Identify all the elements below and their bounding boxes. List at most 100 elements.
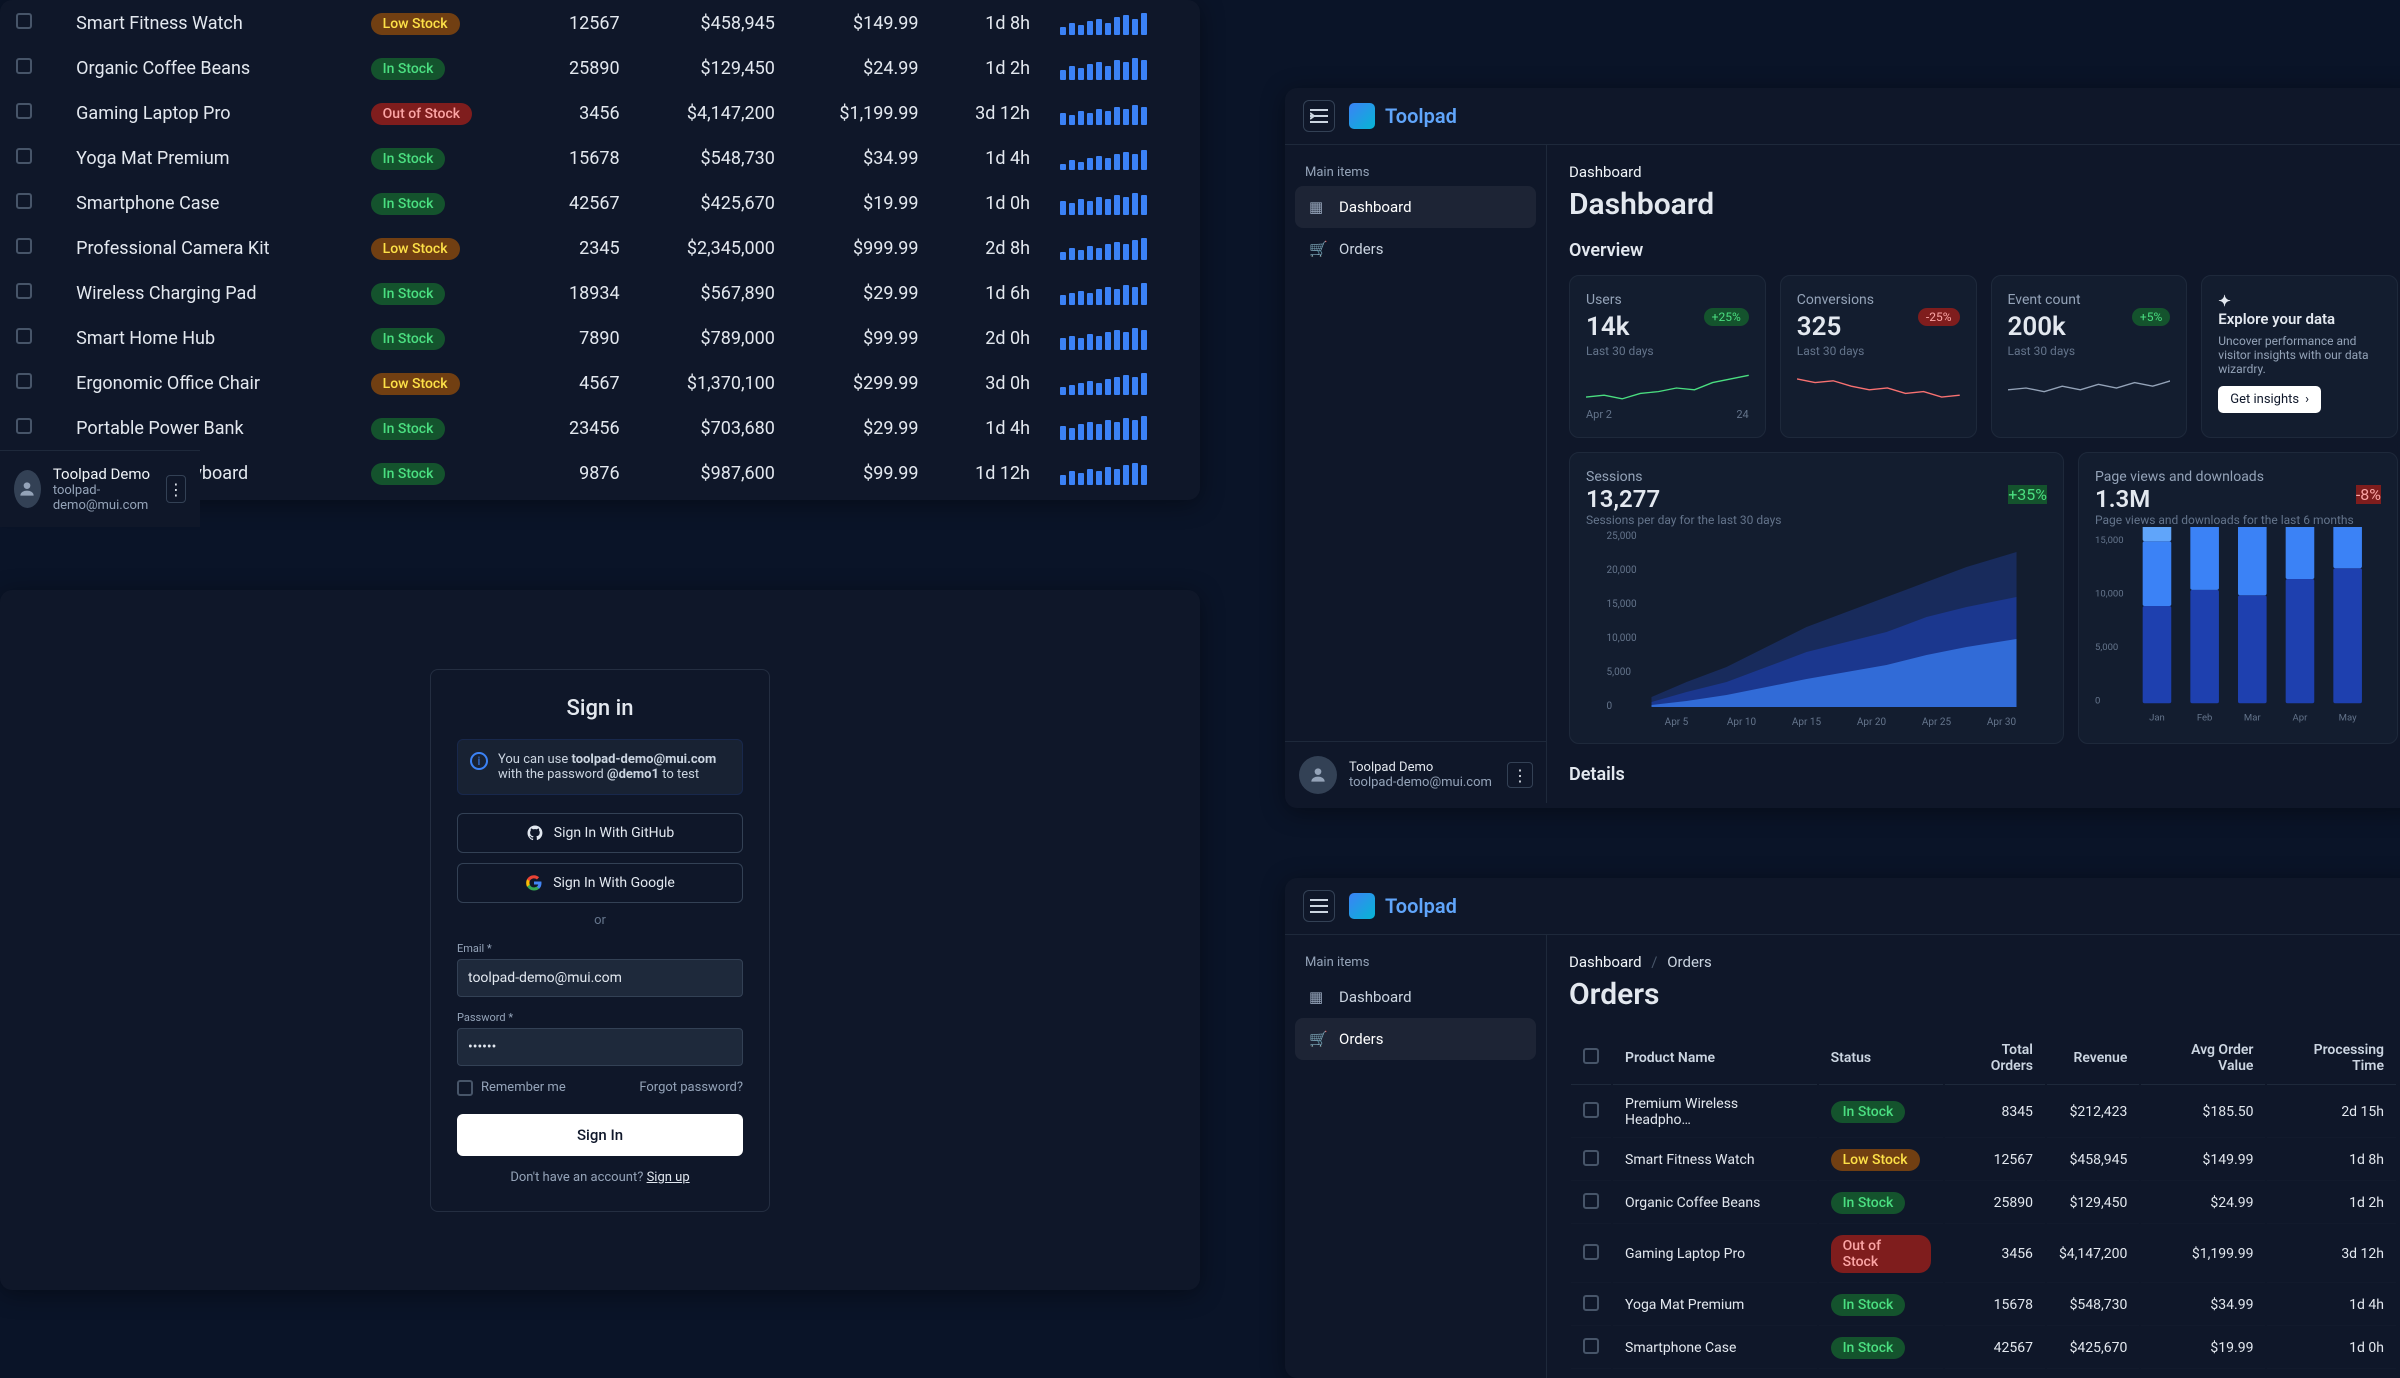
github-icon <box>526 824 544 842</box>
user-menu-button[interactable]: ⋮ <box>166 475 186 503</box>
user-name: Toolpad Demo <box>1349 760 1492 775</box>
status-badge: In Stock <box>371 193 446 215</box>
get-insights-button[interactable]: Get insights› <box>2218 386 2321 413</box>
row-checkbox[interactable] <box>1583 1244 1599 1260</box>
row-checkbox[interactable] <box>16 373 32 389</box>
menu-toggle-button[interactable] <box>1303 890 1335 922</box>
table-row[interactable]: Yoga Mat Premium In Stock 15678 $548,730… <box>1571 1285 2396 1326</box>
breadcrumb: Dashboard / Orders <box>1569 953 2398 971</box>
row-checkbox[interactable] <box>1583 1193 1599 1209</box>
card-event-count: Event count +5% 200k Last 30 days <box>1991 275 2188 438</box>
details-header: Details <box>1569 764 2398 785</box>
table-row[interactable]: Gaming Laptop Pro Out of Stock 3456 $4,1… <box>1571 1226 2396 1283</box>
row-checkbox[interactable] <box>16 103 32 119</box>
svg-text:Apr 25: Apr 25 <box>1922 717 1952 727</box>
breadcrumb: Dashboard <box>1569 163 2398 181</box>
row-checkbox[interactable] <box>16 13 32 29</box>
table-row[interactable]: Gaming Laptop Pro Out of Stock 3456 $4,1… <box>2 92 1198 135</box>
sparkline-users <box>1586 368 1749 408</box>
row-checkbox[interactable] <box>16 58 32 74</box>
dashboard-main: Dashboard Dashboard Overview Users +25% … <box>1547 145 2400 803</box>
row-checkbox[interactable] <box>1583 1295 1599 1311</box>
page-title: Orders <box>1569 977 2398 1012</box>
remember-me[interactable]: Remember me <box>457 1080 566 1096</box>
info-icon: i <box>470 752 488 770</box>
pct-badge: +25% <box>1704 308 1749 326</box>
brand[interactable]: Toolpad <box>1349 103 1457 129</box>
svg-text:Apr 10: Apr 10 <box>1727 717 1757 727</box>
trend-sparkbar <box>1060 373 1184 395</box>
google-signin-button[interactable]: Sign In With Google <box>457 863 743 903</box>
table-row[interactable]: Wireless Charging Pad In Stock 18934 $56… <box>2 272 1198 315</box>
row-checkbox[interactable] <box>1583 1338 1599 1354</box>
status-badge: Low Stock <box>371 13 460 35</box>
forgot-password-link[interactable]: Forgot password? <box>639 1080 743 1095</box>
user-footer: Toolpad Demo toolpad-demo@mui.com ⋮ <box>0 450 200 527</box>
table-row[interactable]: Premium Wireless Headpho… In Stock 8345 … <box>1571 1087 2396 1138</box>
table-row[interactable]: Organic Coffee Beans In Stock 25890 $129… <box>2 47 1198 90</box>
table-row[interactable]: Smart Home Hub In Stock 7890 $789,000 $9… <box>2 317 1198 360</box>
product-name: Yoga Mat Premium <box>62 137 355 180</box>
menu-toggle-button[interactable] <box>1303 100 1335 132</box>
row-checkbox[interactable] <box>16 193 32 209</box>
signin-submit-button[interactable]: Sign In <box>457 1114 743 1156</box>
avatar <box>1299 756 1337 794</box>
signin-info: i You can use toolpad-demo@mui.com with … <box>457 739 743 795</box>
product-name: Smartphone Case <box>1613 1328 1817 1369</box>
brand[interactable]: Toolpad <box>1349 893 1457 919</box>
status-badge: In Stock <box>371 283 446 305</box>
user-menu-button[interactable]: ⋮ <box>1507 762 1533 788</box>
email-field[interactable] <box>457 959 743 997</box>
row-checkbox[interactable] <box>16 148 32 164</box>
card-explore: ✦ Explore your data Uncover performance … <box>2201 275 2398 438</box>
product-name: Yoga Mat Premium <box>1613 1285 1817 1326</box>
table-row[interactable]: Smart Fitness Watch Low Stock 12567 $458… <box>2 2 1198 45</box>
sessions-area-chart: 25,000 20,000 15,000 10,000 5,000 0 Apr … <box>1586 527 2047 727</box>
select-all-checkbox[interactable] <box>1583 1048 1599 1064</box>
signin-panel: Sign in i You can use toolpad-demo@mui.c… <box>0 590 1200 1290</box>
row-checkbox[interactable] <box>16 418 32 434</box>
sidebar-item-dashboard[interactable]: ▦ Dashboard <box>1295 976 1536 1018</box>
table-row[interactable]: Smartphone Case In Stock 42567 $425,670 … <box>2 182 1198 225</box>
svg-text:Apr 30: Apr 30 <box>1987 717 2017 727</box>
table-row[interactable]: Smart Fitness Watch Low Stock 12567 $458… <box>1571 1140 2396 1181</box>
svg-text:0: 0 <box>1607 701 1613 712</box>
sidebar-item-orders[interactable]: 🛒 Orders <box>1295 228 1536 270</box>
brand-logo-icon <box>1349 893 1375 919</box>
signin-divider: or <box>457 913 743 928</box>
product-name: Wireless Charging Pad <box>62 272 355 315</box>
table-row[interactable]: Professional Camera Kit Low Stock 2345 $… <box>2 227 1198 270</box>
password-field[interactable] <box>457 1028 743 1066</box>
row-checkbox[interactable] <box>16 328 32 344</box>
trend-sparkbar <box>1060 238 1184 260</box>
table-row[interactable]: Ergonomic Office Chair Low Stock 4567 $1… <box>2 362 1198 405</box>
product-name: Premium Wireless Headpho… <box>1613 1087 1817 1138</box>
table-row[interactable]: Organic Coffee Beans In Stock 25890 $129… <box>1571 1183 2396 1224</box>
table-row[interactable]: Smartphone Case In Stock 42567 $425,670 … <box>1571 1328 2396 1369</box>
card-conversions: Conversions -25% 325 Last 30 days <box>1780 275 1977 438</box>
remember-checkbox[interactable] <box>457 1080 473 1096</box>
sparkles-icon: ✦ <box>2218 292 2231 310</box>
table-row[interactable]: Portable Power Bank In Stock 23456 $703,… <box>2 407 1198 450</box>
trend-sparkbar <box>1060 103 1184 125</box>
svg-text:15,000: 15,000 <box>1607 599 1637 610</box>
row-checkbox[interactable] <box>1583 1102 1599 1118</box>
row-checkbox[interactable] <box>16 238 32 254</box>
pct-badge: +5% <box>2132 308 2170 326</box>
row-checkbox[interactable] <box>16 283 32 299</box>
sidebar-item-dashboard[interactable]: ▦ Dashboard <box>1295 186 1536 228</box>
cart-icon: 🛒 <box>1309 1030 1327 1048</box>
row-checkbox[interactable] <box>1583 1150 1599 1166</box>
signup-link[interactable]: Sign up <box>647 1170 690 1185</box>
github-signin-button[interactable]: Sign In With GitHub <box>457 813 743 853</box>
status-badge: In Stock <box>1831 1337 1906 1359</box>
trend-sparkbar <box>1060 193 1184 215</box>
pageviews-bar-chart: 15,000 10,000 5,000 0 Jan Feb Mar Apr Ma… <box>2095 527 2381 727</box>
sparkline-conversions <box>1797 368 1960 408</box>
table-row[interactable]: Professional Camera Kit Low Stock 2345 $… <box>1571 1371 2396 1378</box>
svg-text:25,000: 25,000 <box>1607 531 1637 542</box>
orders-table: Product Name Status Total Orders Revenue… <box>1569 1030 2398 1378</box>
table-row[interactable]: Yoga Mat Premium In Stock 15678 $548,730… <box>2 137 1198 180</box>
sidebar-item-orders[interactable]: 🛒 Orders <box>1295 1018 1536 1060</box>
sparkline-events <box>2008 368 2171 408</box>
